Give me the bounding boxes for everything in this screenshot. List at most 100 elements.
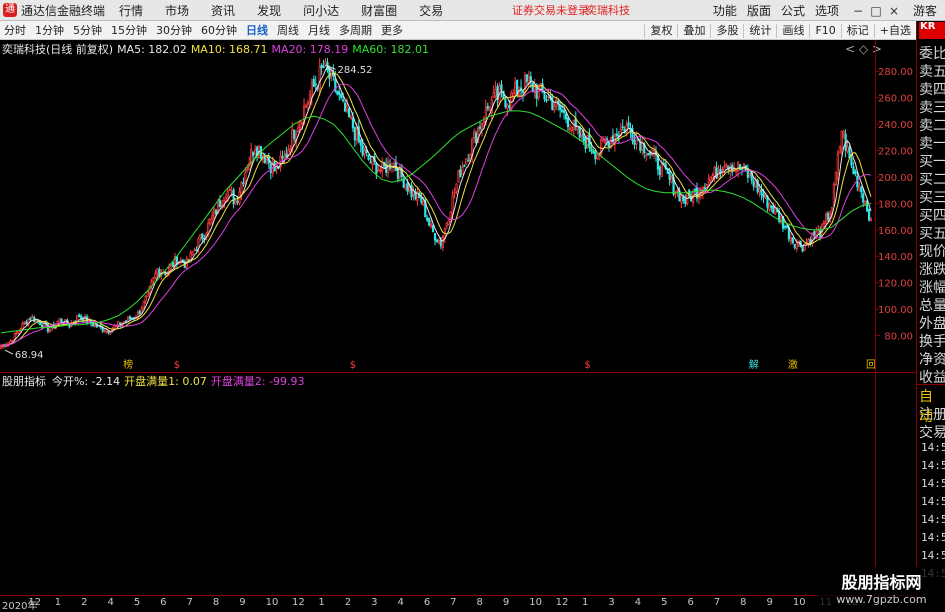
login-status[interactable]: 证券交易未登录 [512,2,589,18]
up-candle [473,131,476,139]
up-candle [789,237,792,241]
tick-time: 14:56 [921,459,945,472]
down-candle [760,189,763,196]
up-candle [846,146,849,152]
up-candle [445,222,448,227]
down-candle [762,193,765,198]
down-candle [320,65,323,69]
down-candle [171,262,175,268]
login-stock[interactable]: 奕瑞科技 [586,2,630,18]
minimize-icon[interactable]: − [849,4,867,18]
up-candle [355,128,358,140]
up-candle [226,191,229,197]
draw-button[interactable]: 画线 [776,23,809,38]
up-candle [21,323,24,330]
menu-news[interactable]: 资讯 [211,2,235,19]
up-candle [408,186,411,191]
indicator-name[interactable]: 股朋指标 [2,373,46,389]
down-candle [529,76,532,81]
period-60min[interactable]: 60分钟 [197,21,242,40]
period-30min[interactable]: 30分钟 [152,21,197,40]
down-candle [29,318,32,320]
down-candle [508,105,511,109]
period-1min[interactable]: 1分钟 [31,21,69,40]
period-15min[interactable]: 15分钟 [107,21,152,40]
low-pointer [4,349,14,355]
up-candle [304,104,308,108]
up-candle [711,175,714,180]
price-tick-label: 260.00 [878,94,913,105]
side-panel-label: 卖五 [919,64,945,80]
menu-wealth[interactable]: 财富圈 [361,2,397,19]
adjust-button[interactable]: 复权 [644,23,677,38]
maximize-icon[interactable]: □ [867,4,885,18]
up-candle [652,150,656,156]
side-panel-label: 买二 [919,172,945,188]
down-candle [428,218,431,226]
up-candle [265,158,268,161]
up-candle [250,149,253,164]
period-more[interactable]: 更多 [377,21,408,40]
menu-quotes[interactable]: 行情 [119,2,143,19]
up-candle [461,166,464,175]
menu-options[interactable]: 选项 [815,2,839,19]
up-candle [345,105,349,112]
up-candle [193,249,196,252]
down-candle [314,83,317,86]
multi-stock-button[interactable]: 多股 [710,23,743,38]
down-candle [281,156,284,159]
indicator-open-pct: 今开%: -2.14 [52,375,121,388]
add-watchlist-button[interactable]: +自选 [873,23,916,38]
down-candle [158,269,161,276]
up-candle [379,169,382,171]
down-candle [322,66,325,68]
up-candle [144,296,147,302]
watermark-url: www.7gpzb.com [836,593,927,606]
up-candle [422,201,425,205]
up-candle [676,190,679,192]
down-candle [850,157,853,166]
date-tick-label: 5 [133,597,141,608]
down-candle [521,90,525,94]
down-candle [500,84,503,91]
f10-button[interactable]: F10 [809,23,840,38]
menu-trade[interactable]: 交易 [419,2,443,19]
down-candle [406,182,409,192]
down-candle [263,157,267,163]
menu-formula[interactable]: 公式 [781,2,805,19]
period-weekly[interactable]: 周线 [273,21,304,40]
down-candle [684,199,687,205]
kline-chart[interactable]: 280.00 260.00 240.00 220.00 200.00 180.00 160.… [0,58,916,372]
guest-user[interactable]: 游客 [913,2,937,19]
period-timeshare[interactable]: 分时 [0,21,31,40]
period-multi[interactable]: 多周期 [335,21,377,40]
date-tick-label: 7 [186,597,193,608]
price-tick-label: 80.00 [884,332,913,343]
down-candle [338,91,341,95]
down-candle [862,193,865,203]
down-candle [478,126,482,129]
period-daily[interactable]: 日线 [242,21,273,40]
menu-layout[interactable]: 版面 [747,2,771,19]
down-candle [369,161,372,164]
down-candle [504,99,507,108]
mark-button[interactable]: 标记 [840,23,874,38]
app-title: 通达信金融终端 [21,3,106,18]
overlay-button[interactable]: 叠加 [677,23,710,38]
up-candle [836,153,839,175]
down-candle [351,118,354,129]
period-5min[interactable]: 5分钟 [69,21,107,40]
auto-label[interactable]: 自动 [919,386,945,426]
up-candle [447,219,450,225]
chart-nav-controls[interactable]: < ◇ > [845,42,882,56]
up-candle [465,158,468,165]
close-icon[interactable]: × [885,4,903,18]
down-candle [195,249,198,252]
menu-ask[interactable]: 问小达 [303,2,339,19]
period-monthly[interactable]: 月线 [304,21,335,40]
menu-functions[interactable]: 功能 [713,2,737,19]
menu-discover[interactable]: 发现 [257,2,281,19]
event-marker: $ [350,360,356,371]
stats-button[interactable]: 统计 [743,23,776,38]
menu-market[interactable]: 市场 [165,2,189,19]
